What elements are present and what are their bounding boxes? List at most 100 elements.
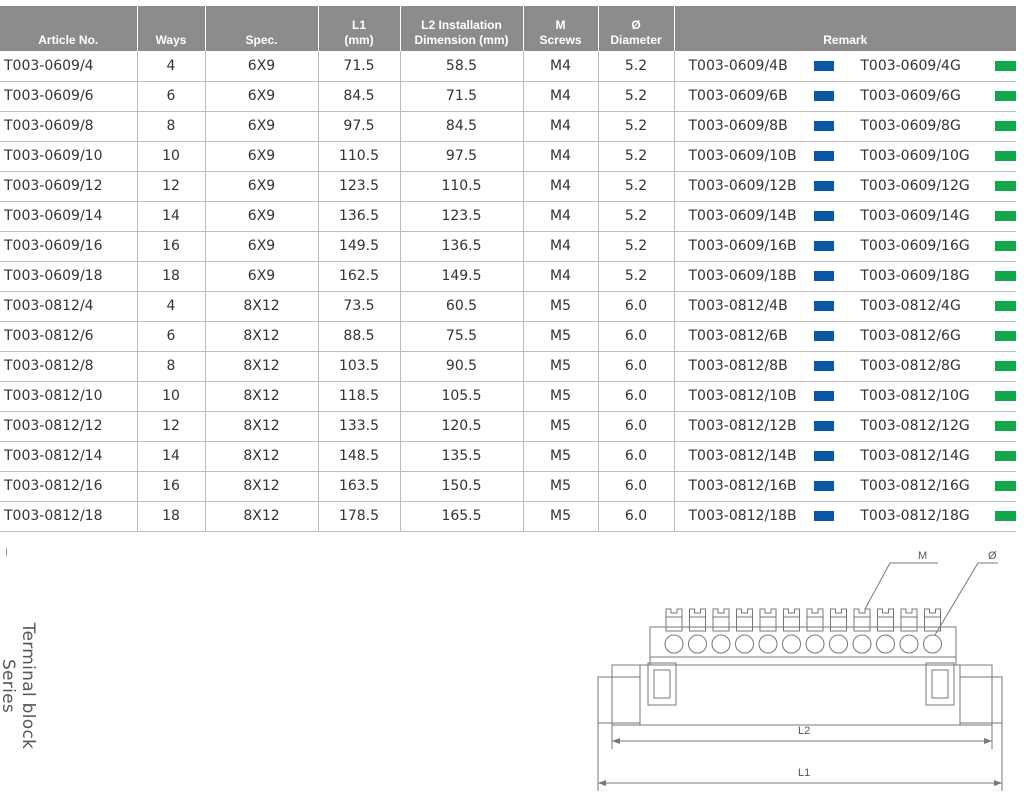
- header-l2: L2 Installation Dimension (mm): [400, 6, 524, 51]
- cell-l2: 135.5: [400, 441, 524, 472]
- blue-swatch: [813, 451, 835, 461]
- cell-ways: 16: [137, 471, 206, 502]
- remark-blue-code: T003-0812/4B: [688, 298, 788, 314]
- cell-ways: 10: [137, 381, 206, 412]
- green-swatch: [995, 391, 1016, 401]
- cell-remark: T003-0812/12B T003-0812/12G: [674, 411, 1016, 442]
- table-row: T003-0812/6 6 8X12 88.5 75.5 M5 6.0 T003-0812/6…: [0, 321, 1016, 352]
- cell-l1: 178.5: [318, 501, 401, 532]
- cell-ways: 4: [137, 51, 206, 82]
- remark-green-code: T003-0609/16G: [860, 238, 970, 254]
- table-row: T003-0609/12 12 6X9 123.5 110.5 M4 5.2 T003-060…: [0, 171, 1016, 202]
- cell-screws: M5: [523, 441, 599, 472]
- blue-swatch: [813, 60, 835, 71]
- header-remark: Remark: [674, 6, 1016, 51]
- cell-remark: T003-0812/18B T003-0812/18G: [674, 501, 1016, 532]
- cell-ways: 18: [137, 501, 206, 532]
- blue-swatch: [813, 361, 835, 371]
- green-swatch: [995, 511, 1016, 521]
- cell-remark: T003-0609/6B T003-0609/6G: [674, 81, 1016, 112]
- green-swatch: [995, 151, 1016, 161]
- header-l1: L1 (mm): [318, 6, 401, 51]
- cell-l1: 84.5: [318, 81, 401, 112]
- cell-l1: 97.5: [318, 111, 401, 142]
- cell-l2: 90.5: [400, 351, 524, 382]
- green-swatch: [995, 361, 1016, 371]
- cell-l2: 120.5: [400, 411, 524, 442]
- remark-blue-code: T003-0609/8B: [688, 118, 788, 134]
- cell-diameter: 6.0: [598, 351, 675, 382]
- cell-diameter: 5.2: [598, 231, 675, 262]
- cell-l2: 105.5: [400, 381, 524, 412]
- blue-swatch: [813, 151, 835, 161]
- screw: [782, 608, 801, 654]
- cell-l1: 71.5: [318, 51, 401, 82]
- cell-article: T003-0609/12: [0, 171, 138, 202]
- cell-screws: M4: [523, 51, 599, 82]
- cell-article: T003-0609/18: [0, 261, 138, 292]
- cell-spec: 6X9: [205, 261, 319, 292]
- blue-swatch: [813, 481, 835, 491]
- screw: [876, 608, 895, 654]
- cell-screws: M4: [523, 111, 599, 142]
- cell-ways: 8: [137, 351, 206, 382]
- cell-remark: T003-0609/4B T003-0609/4G: [674, 51, 1016, 82]
- table-row: T003-0812/12 12 8X12 133.5 120.5 M5 6.0 T003-08…: [0, 411, 1016, 442]
- cell-screws: M5: [523, 501, 599, 532]
- cell-screws: M5: [523, 321, 599, 352]
- green-swatch: [995, 331, 1016, 341]
- remark-green-code: T003-0812/8G: [860, 358, 961, 374]
- green-swatch: [995, 271, 1016, 281]
- cell-screws: M4: [523, 171, 599, 202]
- cell-l2: 149.5: [400, 261, 524, 292]
- cell-diameter: 6.0: [598, 291, 675, 322]
- blue-swatch: [813, 181, 835, 191]
- screw: [852, 608, 872, 654]
- cell-spec: 6X9: [205, 51, 319, 82]
- remark-green-code: T003-0609/14G: [860, 208, 970, 224]
- base-body: [611, 664, 993, 726]
- cell-l2: 75.5: [400, 321, 524, 352]
- cell-l1: 123.5: [318, 171, 401, 202]
- remark-green-code: T003-0609/10G: [860, 148, 970, 164]
- cell-spec: 8X12: [205, 351, 319, 382]
- cell-remark: T003-0812/16B T003-0812/16G: [674, 471, 1016, 502]
- green-swatch: [995, 301, 1016, 311]
- cell-ways: 12: [137, 171, 206, 202]
- remark-green-code: T003-0812/14G: [860, 448, 970, 464]
- cell-ways: 12: [137, 411, 206, 442]
- cell-diameter: 5.2: [598, 201, 675, 232]
- blue-swatch: [813, 511, 835, 521]
- cell-diameter: 6.0: [598, 471, 675, 502]
- cell-screws: M4: [523, 231, 599, 262]
- screw: [758, 608, 778, 654]
- cell-remark: T003-0609/16B T003-0609/16G: [674, 231, 1016, 262]
- cell-remark: T003-0812/6B T003-0812/6G: [674, 321, 1016, 352]
- green-swatch: [995, 241, 1016, 251]
- cell-article: T003-0609/10: [0, 141, 138, 172]
- m-leader-line: [864, 562, 938, 610]
- cell-article: T003-0609/6: [0, 81, 138, 112]
- cell-l1: 163.5: [318, 471, 401, 502]
- table-body: T003-0609/4 4 6X9 71.5 58.5 M4 5.2 T003-0609/4B…: [0, 51, 1016, 532]
- diameter-leader-line: [934, 562, 998, 636]
- screw: [688, 608, 707, 654]
- left-foot: [597, 676, 641, 724]
- cell-ways: 18: [137, 261, 206, 292]
- cell-ways: 4: [137, 291, 206, 322]
- cell-screws: M5: [523, 381, 599, 412]
- cell-l2: 58.5: [400, 51, 524, 82]
- blue-swatch: [813, 241, 835, 251]
- cell-ways: 10: [137, 141, 206, 172]
- remark-green-code: T003-0812/18G: [860, 508, 970, 524]
- remark-blue-code: T003-0609/14B: [688, 208, 797, 224]
- remark-green-code: T003-0812/6G: [860, 328, 961, 344]
- cell-article: T003-0609/4: [0, 51, 138, 82]
- cell-l1: 136.5: [318, 201, 401, 232]
- blue-swatch: [813, 271, 835, 281]
- remark-green-code: T003-0609/6G: [860, 88, 961, 104]
- remark-green-code: T003-0609/12G: [860, 178, 970, 194]
- cell-diameter: 5.2: [598, 111, 675, 142]
- screw: [923, 608, 942, 654]
- cell-l1: 110.5: [318, 141, 401, 172]
